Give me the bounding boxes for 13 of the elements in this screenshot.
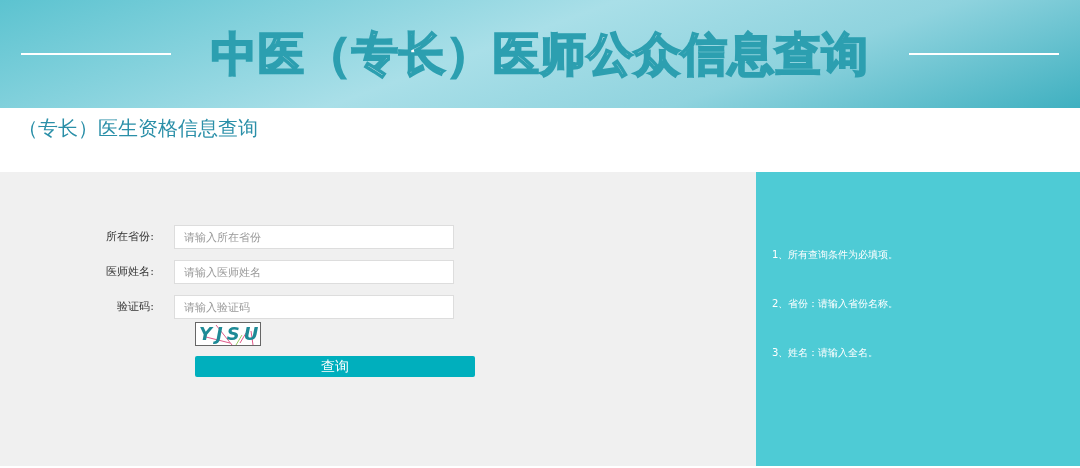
field-label: 医师姓名: bbox=[105, 263, 155, 280]
input-field[interactable]: 请输入医师姓名 bbox=[174, 260, 454, 284]
note-text: 2、省份：请输入省份名称。 bbox=[772, 298, 899, 309]
search-button[interactable]: 查询 bbox=[195, 356, 475, 377]
input-field[interactable]: 请输入所在省份 bbox=[174, 225, 454, 249]
page-title: （专长）医生资格信息查询 bbox=[18, 116, 258, 140]
note-text: 1、所有查询条件为必填项。 bbox=[772, 249, 899, 260]
field-label: 验证码: bbox=[116, 298, 155, 315]
field-label: 所在省份: bbox=[105, 228, 155, 245]
input-field[interactable]: 请输入验证码 bbox=[174, 295, 454, 319]
banner-title: 中医（专长）医师公众信息查询 bbox=[211, 25, 869, 83]
captcha-image[interactable]: YJSU bbox=[195, 322, 261, 346]
note-text: 3、姓名：请输入全名。 bbox=[772, 347, 879, 358]
